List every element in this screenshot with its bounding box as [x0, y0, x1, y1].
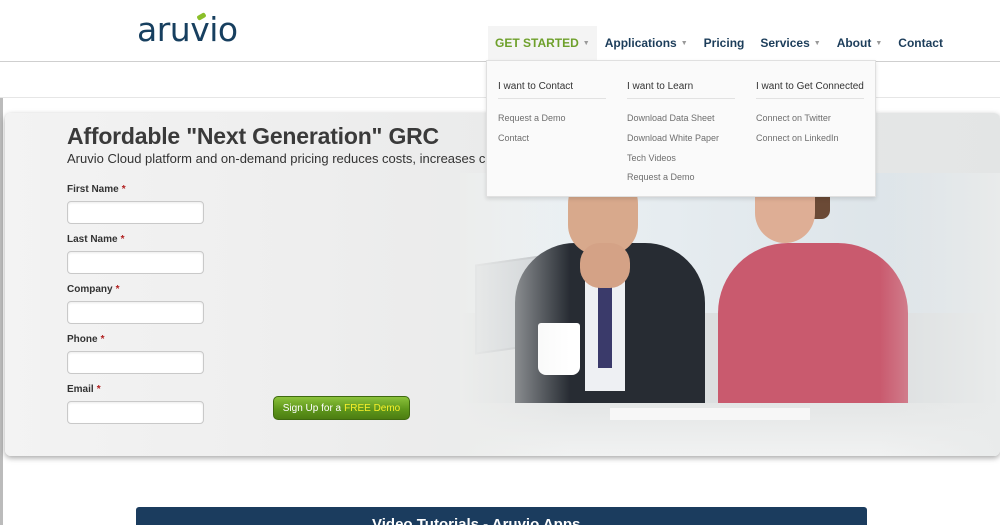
nav-contact[interactable]: Contact: [890, 26, 951, 60]
hero-photo-meeting: [460, 173, 1000, 456]
caret-down-icon: ▼: [582, 39, 590, 47]
nav-applications[interactable]: Applications ▼: [597, 26, 696, 60]
nav-get-started[interactable]: GET STARTED ▼: [488, 26, 597, 60]
link-tech-videos[interactable]: Tech Videos: [627, 153, 676, 163]
nav-pricing[interactable]: Pricing: [696, 26, 753, 60]
nav-label: GET STARTED: [495, 36, 579, 50]
caret-down-icon: ▼: [680, 39, 688, 47]
divider: [627, 98, 735, 99]
caret-down-icon: ▼: [875, 39, 883, 47]
required-mark: *: [121, 184, 126, 195]
link-download-white-paper[interactable]: Download White Paper: [627, 133, 719, 143]
hero-title: Affordable "Next Generation" GRC: [67, 123, 439, 149]
required-mark: *: [100, 334, 105, 345]
main-nav: GET STARTED ▼ Applications ▼ Pricing Ser…: [488, 26, 951, 60]
nav-label: Contact: [898, 36, 943, 50]
field-label-text: Phone: [67, 334, 98, 345]
banner-title: Video Tutorials - Aruvio Apps: [372, 516, 581, 525]
caret-down-icon: ▼: [813, 39, 821, 47]
photo-fade-right: [880, 173, 1000, 456]
nav-label: About: [836, 36, 872, 50]
phone-label: Phone *: [67, 334, 104, 345]
get-started-dropdown: I want to Contact Request a Demo Contact…: [486, 60, 876, 197]
link-connect-twitter[interactable]: Connect on Twitter: [756, 113, 831, 123]
phone-input[interactable]: [67, 351, 204, 374]
link-download-data-sheet[interactable]: Download Data Sheet: [627, 113, 715, 123]
field-label-text: First Name: [67, 184, 119, 195]
email-label: Email *: [67, 384, 101, 395]
site-header: aruvio GET STARTED ▼ Applications ▼ Pric…: [0, 0, 1000, 62]
photo-paper: [610, 408, 810, 420]
button-label: Sign Up for a: [282, 402, 342, 414]
divider: [756, 98, 864, 99]
field-label-text: Last Name: [67, 234, 118, 245]
button-highlight: FREE Demo: [344, 402, 401, 414]
signup-free-demo-button[interactable]: Sign Up for a FREE Demo: [273, 396, 410, 420]
first-name-input[interactable]: [67, 201, 204, 224]
aruvio-logo[interactable]: aruvio: [137, 10, 238, 50]
divider: [498, 98, 606, 99]
field-label-text: Email: [67, 384, 94, 395]
video-tutorials-banner[interactable]: Video Tutorials - Aruvio Apps: [136, 507, 867, 525]
company-input[interactable]: [67, 301, 204, 324]
company-label: Company *: [67, 284, 119, 295]
first-name-label: First Name *: [67, 184, 126, 195]
required-mark: *: [120, 234, 125, 245]
last-name-input[interactable]: [67, 251, 204, 274]
nav-label: Applications: [604, 36, 677, 50]
link-connect-linkedin[interactable]: Connect on LinkedIn: [756, 133, 839, 143]
email-input[interactable]: [67, 401, 204, 424]
dropdown-heading: I want to Get Connected: [756, 81, 864, 92]
nav-about[interactable]: About ▼: [829, 26, 891, 60]
field-label-text: Company: [67, 284, 113, 295]
photo-man-hands: [580, 243, 630, 288]
dropdown-heading: I want to Contact: [498, 81, 574, 92]
link-request-demo-2[interactable]: Request a Demo: [627, 172, 695, 182]
nav-services[interactable]: Services ▼: [752, 26, 828, 60]
hero-subtitle: Aruvio Cloud platform and on-demand pric…: [67, 151, 487, 166]
dropdown-heading: I want to Learn: [627, 81, 694, 92]
last-name-label: Last Name *: [67, 234, 124, 245]
nav-label: Services: [760, 36, 810, 50]
photo-fade-left: [460, 173, 570, 456]
required-mark: *: [115, 284, 120, 295]
nav-label: Pricing: [703, 36, 745, 50]
link-request-demo[interactable]: Request a Demo: [498, 113, 566, 123]
link-contact[interactable]: Contact: [498, 133, 529, 143]
required-mark: *: [96, 384, 101, 395]
